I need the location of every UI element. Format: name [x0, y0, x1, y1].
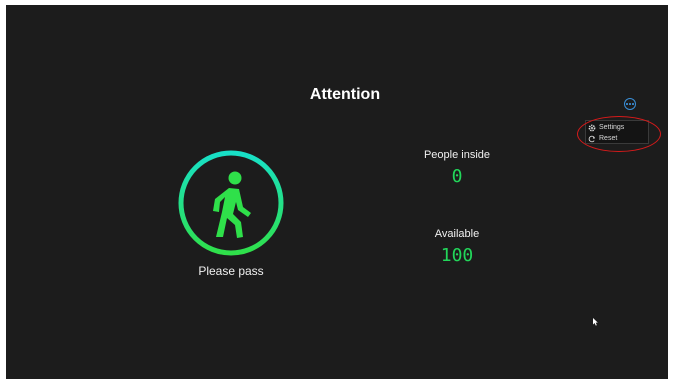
app-screen	[6, 5, 668, 379]
page-title: Attention	[309, 86, 381, 103]
more-options-button[interactable]	[624, 98, 636, 110]
options-menu: Settings Reset	[585, 120, 649, 144]
menu-item-label: Settings	[599, 124, 625, 131]
people-inside-label: People inside	[423, 149, 491, 161]
gear-icon	[588, 124, 596, 132]
menu-item-label: Reset	[599, 135, 618, 142]
menu-item-settings[interactable]: Settings	[588, 122, 624, 133]
refresh-icon	[588, 135, 596, 143]
walking-person-icon	[213, 171, 251, 238]
people-inside-value: 0	[451, 166, 463, 187]
available-value: 100	[440, 245, 474, 266]
available-label: Available	[434, 228, 480, 240]
menu-item-reset[interactable]: Reset	[588, 133, 617, 144]
ellipsis-circle-icon	[626, 103, 628, 105]
status-message: Please pass	[198, 264, 264, 278]
status-ring	[178, 150, 284, 256]
mouse-cursor-icon	[593, 318, 598, 326]
